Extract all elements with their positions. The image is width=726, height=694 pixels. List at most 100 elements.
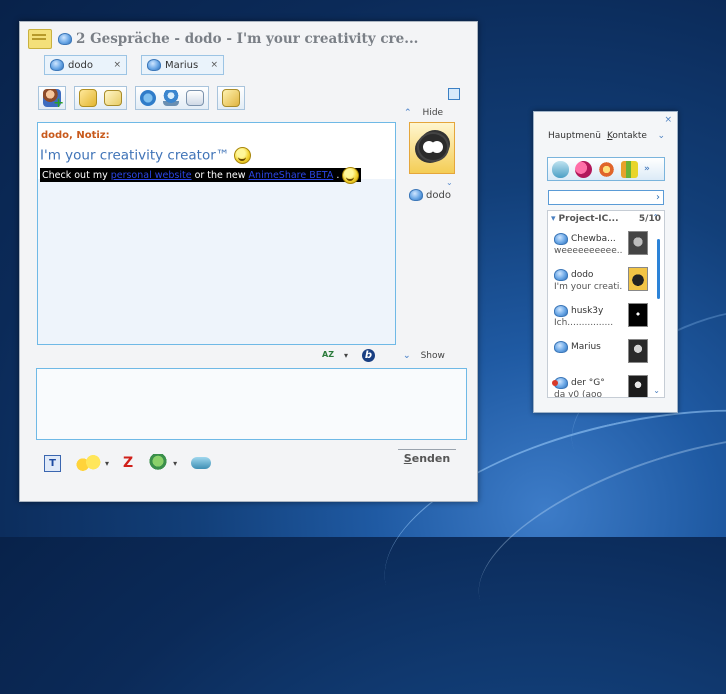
buddy-icon bbox=[554, 269, 568, 281]
font-icon[interactable]: T bbox=[44, 454, 61, 472]
dating-icon[interactable] bbox=[575, 160, 592, 178]
avatar bbox=[628, 303, 648, 327]
games-icon[interactable] bbox=[552, 160, 569, 178]
list-item[interactable]: husk3y Ich................ bbox=[554, 303, 648, 337]
dropdown-arrow-icon[interactable]: ▾ bbox=[105, 459, 109, 468]
chevron-down-icon[interactable]: ⌄ bbox=[446, 178, 453, 187]
contact-name-text: Chewba... bbox=[571, 234, 616, 244]
send-file-icon[interactable] bbox=[79, 89, 97, 107]
contact-avatar[interactable] bbox=[409, 122, 455, 174]
emoticon-icon[interactable] bbox=[75, 455, 101, 471]
input-toolbar: AZ ▾ b ⌄ Show bbox=[322, 349, 445, 362]
winks-icon[interactable] bbox=[147, 454, 170, 472]
contact-status: I'm your creati... bbox=[554, 282, 622, 292]
toolbar-group-files bbox=[74, 86, 127, 110]
message-line: Check out my personal website or the new… bbox=[40, 166, 362, 184]
message-text: Check out my bbox=[42, 169, 108, 181]
phone-call-icon[interactable] bbox=[140, 90, 156, 106]
blocked-buddy-icon bbox=[552, 377, 568, 389]
tab-dodo[interactable]: dodo × bbox=[44, 55, 127, 75]
personal-note-text: I'm your creativity creator™ bbox=[40, 147, 230, 164]
chevron-down-icon[interactable]: ⌄ bbox=[653, 386, 660, 395]
messenger-main-window: × Hauptmenü Kontakte ⌄ » › ▾ Project-IC.… bbox=[533, 111, 678, 413]
smiley-icon bbox=[342, 166, 360, 184]
contact-name: husk3y bbox=[554, 305, 603, 317]
message-area: dodo, Notiz: I'm your creativity creator… bbox=[38, 123, 395, 184]
more-icon[interactable]: » bbox=[644, 164, 650, 174]
contact-status: weeeeeeeeee... bbox=[554, 246, 622, 256]
contacts-menu-button[interactable]: Kontakte bbox=[607, 131, 647, 141]
busy-buddy-icon bbox=[554, 233, 568, 245]
avatar-label: dodo bbox=[409, 189, 451, 201]
personal-note: I'm your creativity creator™ bbox=[40, 147, 251, 164]
contact-list[interactable]: ▾ Project-IC... 5/10 ⌃ Chewba... weeeeee… bbox=[547, 210, 665, 398]
chevron-down-icon: ⌄ bbox=[403, 350, 411, 361]
contacts-label: ontakte bbox=[612, 131, 647, 141]
tab-label: Marius bbox=[165, 59, 199, 71]
title-bar: 2 Gespräche - dodo - I'm your creativity… bbox=[28, 25, 469, 53]
buddy-icon bbox=[50, 59, 64, 71]
buddy-icon bbox=[554, 305, 568, 317]
send-button[interactable]: Senden bbox=[398, 449, 456, 468]
dropdown-arrow-icon[interactable]: ▾ bbox=[173, 459, 177, 468]
message-text: or the new bbox=[194, 169, 246, 181]
contact-status: da y0 (aoo bbox=[554, 390, 603, 398]
show-button[interactable]: ⌄ Show bbox=[403, 351, 445, 361]
avatar bbox=[628, 267, 648, 291]
dropdown-arrow-icon[interactable]: ▾ bbox=[344, 351, 348, 360]
buddy-icon bbox=[147, 59, 161, 71]
list-item[interactable]: Marius bbox=[554, 339, 648, 373]
add-contact-icon[interactable] bbox=[43, 89, 64, 111]
message-text: . bbox=[336, 169, 340, 181]
contact-name: dodo bbox=[554, 269, 593, 281]
notes-icon bbox=[28, 29, 52, 49]
tab-marius[interactable]: Marius × bbox=[141, 55, 224, 75]
list-item[interactable]: Chewba... weeeeeeeeee... bbox=[554, 231, 648, 265]
list-item[interactable]: der °G° da y0 (aoo bbox=[552, 375, 648, 398]
group-header[interactable]: ▾ Project-IC... 5/10 bbox=[551, 214, 661, 224]
nudge-icon[interactable]: Z bbox=[123, 455, 133, 471]
shared-folder-icon[interactable] bbox=[104, 90, 122, 106]
toolbar-group-invite bbox=[38, 86, 66, 111]
hide-button[interactable]: ⌃ Hide bbox=[404, 108, 443, 118]
chevron-down-icon[interactable]: ⌄ bbox=[657, 131, 665, 141]
conversation-window: 2 Gespräche - dodo - I'm your creativity… bbox=[19, 21, 478, 502]
spellcheck-icon[interactable]: AZ bbox=[322, 350, 336, 362]
activities-icon[interactable] bbox=[186, 90, 204, 106]
message-history[interactable]: dodo, Notiz: I'm your creativity creator… bbox=[37, 122, 396, 345]
games-icon[interactable] bbox=[191, 457, 212, 469]
scrollbar[interactable] bbox=[657, 239, 660, 299]
smiley-icon bbox=[233, 147, 251, 164]
edit-icon[interactable] bbox=[222, 89, 240, 107]
buddy-icon bbox=[554, 341, 568, 353]
show-label: Show bbox=[420, 350, 445, 361]
ink-icon[interactable]: b bbox=[362, 349, 376, 362]
contact-name: Chewba... bbox=[554, 233, 616, 245]
entertainment-icon[interactable] bbox=[598, 160, 615, 178]
close-icon[interactable]: × bbox=[664, 115, 672, 125]
personal-website-link[interactable]: personal website bbox=[111, 170, 192, 181]
contact-search-input[interactable]: › bbox=[548, 190, 664, 205]
animeshare-link[interactable]: AnimeShare BETA bbox=[249, 170, 334, 181]
contact-name-text: dodo bbox=[571, 270, 594, 280]
main-menu-bar: Hauptmenü Kontakte bbox=[548, 131, 647, 141]
toolbar bbox=[38, 86, 253, 111]
avatar-name: dodo bbox=[426, 189, 451, 201]
search-arrow-icon[interactable]: › bbox=[656, 191, 660, 204]
chevron-up-icon[interactable]: ⌃ bbox=[652, 213, 659, 222]
close-tab-icon[interactable]: × bbox=[210, 60, 218, 70]
display-picture-toggle-icon[interactable] bbox=[448, 88, 460, 100]
close-tab-icon[interactable]: × bbox=[113, 60, 121, 70]
format-toolbar: T ▾ Z ▾ bbox=[44, 454, 212, 472]
shopping-icon[interactable] bbox=[621, 160, 638, 178]
send-label: enden bbox=[411, 452, 451, 465]
conversation-tabs: dodo × Marius × bbox=[44, 55, 224, 75]
group-name: Project-IC... bbox=[558, 214, 619, 224]
contact-name-text: Marius bbox=[571, 342, 601, 352]
message-input[interactable] bbox=[36, 368, 467, 440]
webcam-icon[interactable] bbox=[163, 90, 179, 106]
avatar bbox=[628, 231, 648, 255]
list-item[interactable]: dodo I'm your creati... bbox=[554, 267, 648, 301]
hide-label: Hide bbox=[422, 108, 444, 118]
main-menu-button[interactable]: Hauptmenü bbox=[548, 131, 601, 141]
